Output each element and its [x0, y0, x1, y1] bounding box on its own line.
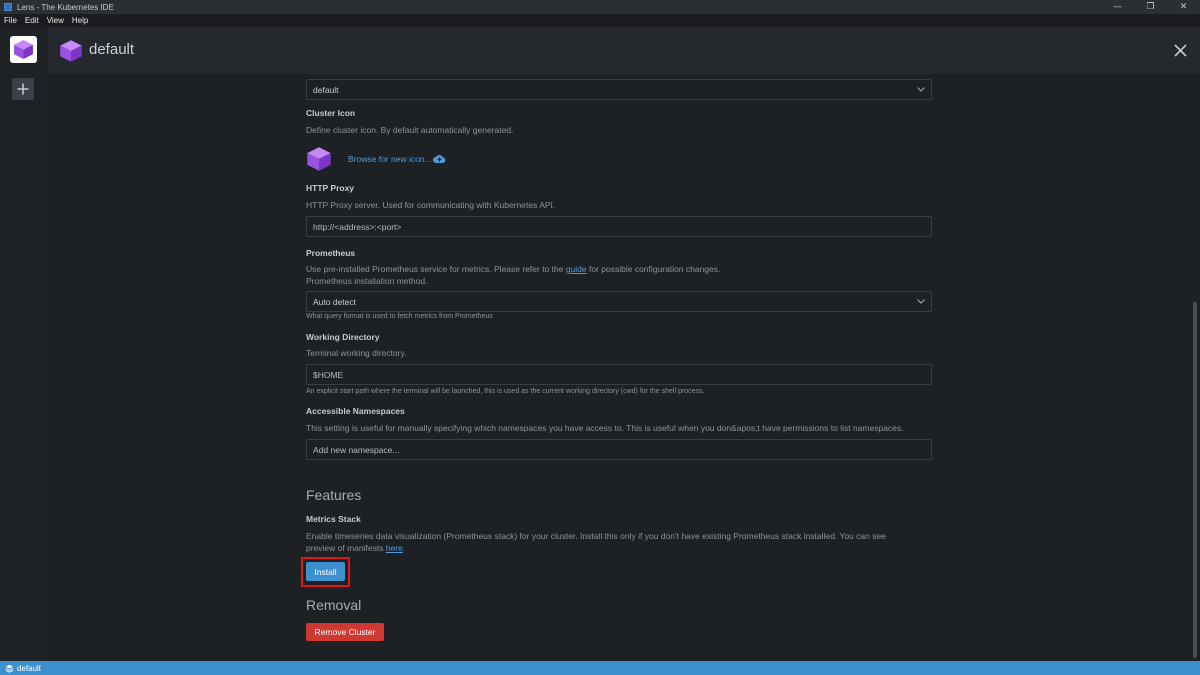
cube-icon: [14, 40, 33, 59]
prometheus-select[interactable]: Auto detect: [306, 291, 932, 312]
metrics-stack-desc2-suffix: .: [402, 543, 406, 553]
menu-view[interactable]: View: [43, 16, 68, 25]
cluster-icon-desc: Define cluster icon. By default automati…: [306, 125, 514, 135]
http-proxy-input[interactable]: http://<address>:<port>: [306, 216, 932, 237]
cluster-icon-preview: [306, 146, 332, 177]
prometheus-label: Prometheus: [306, 248, 356, 258]
remove-cluster-button[interactable]: Remove Cluster: [306, 623, 384, 641]
window-title-bar: Lens - The Kubernetes IDE — ❐ ✕: [0, 0, 1200, 14]
add-namespace-input[interactable]: Add new namespace...: [306, 439, 932, 460]
working-directory-placeholder: $HOME: [313, 369, 344, 380]
chevron-down-icon: [917, 299, 925, 304]
window-title: Lens - The Kubernetes IDE: [17, 2, 114, 12]
prometheus-desc: Use pre-installed Prometheus service for…: [306, 264, 720, 274]
install-button[interactable]: Install: [306, 562, 345, 581]
hotbar: [0, 74, 48, 661]
cluster-icon-label: Cluster Icon: [306, 108, 356, 118]
http-proxy-label: HTTP Proxy: [306, 183, 355, 193]
browse-icon-link[interactable]: Browse for new icon...: [348, 154, 446, 164]
working-directory-desc: Terminal working directory.: [306, 348, 407, 358]
menu-file[interactable]: File: [0, 16, 21, 25]
add-namespace-placeholder: Add new namespace...: [313, 444, 400, 455]
chevron-down-icon: [917, 87, 925, 92]
active-cluster-icon[interactable]: [10, 36, 37, 63]
close-icon[interactable]: [1170, 40, 1190, 60]
status-bar: default: [0, 661, 1200, 675]
menu-help[interactable]: Help: [68, 16, 92, 25]
cube-icon: [307, 147, 331, 171]
cluster-name: default: [89, 41, 135, 58]
workspace-select-value: default: [313, 84, 339, 95]
header: default: [0, 27, 1200, 74]
prometheus-install-method-desc: Prometheus installation method.: [306, 276, 428, 286]
scrollbar[interactable]: [1193, 302, 1197, 658]
metrics-stack-desc: Enable timeseries data visualization (Pr…: [306, 531, 886, 541]
http-proxy-desc: HTTP Proxy server. Used for communicatin…: [306, 200, 556, 210]
layers-icon: [5, 664, 14, 673]
status-cluster-name[interactable]: default: [17, 664, 41, 673]
accessible-namespaces-desc: This setting is useful for manually spec…: [306, 423, 904, 433]
window-controls: — ❐ ✕: [1101, 0, 1200, 14]
menu-bar: File Edit View Help: [0, 14, 1200, 27]
http-proxy-placeholder: http://<address>:<port>: [313, 221, 402, 232]
working-directory-input[interactable]: $HOME: [306, 364, 932, 385]
manifests-here-link[interactable]: here: [386, 543, 403, 553]
prometheus-hint: What query format is used to fetch metri…: [306, 313, 493, 320]
browse-icon-label: Browse for new icon...: [348, 154, 432, 164]
prometheus-desc-suffix: for possible configuration changes.: [586, 264, 721, 274]
accessible-namespaces-label: Accessible Namespaces: [306, 406, 405, 416]
removal-title: Removal: [306, 597, 362, 613]
features-title: Features: [306, 487, 362, 503]
minimize-button[interactable]: —: [1101, 0, 1134, 14]
lens-app-icon: [4, 3, 12, 11]
working-directory-hint: An explicit start path where the termina…: [306, 388, 705, 395]
workspace-select[interactable]: default: [306, 79, 932, 100]
add-cluster-button[interactable]: [12, 78, 34, 100]
prometheus-desc-text: Use pre-installed Prometheus service for…: [306, 264, 566, 274]
metrics-stack-desc-line2: preview of manifests here.: [306, 543, 405, 553]
cluster-cube-icon: [59, 39, 83, 68]
cloud-upload-icon: [432, 155, 445, 163]
prometheus-guide-link[interactable]: guide: [566, 264, 587, 274]
restore-button[interactable]: ❐: [1134, 0, 1167, 14]
menu-edit[interactable]: Edit: [21, 16, 43, 25]
plus-icon: [17, 83, 29, 95]
prometheus-select-value: Auto detect: [313, 296, 357, 307]
metrics-stack-desc2-text: preview of manifests: [306, 543, 386, 553]
working-directory-label: Working Directory: [306, 332, 380, 342]
metrics-stack-label: Metrics Stack: [306, 514, 361, 524]
window-close-button[interactable]: ✕: [1167, 0, 1200, 14]
